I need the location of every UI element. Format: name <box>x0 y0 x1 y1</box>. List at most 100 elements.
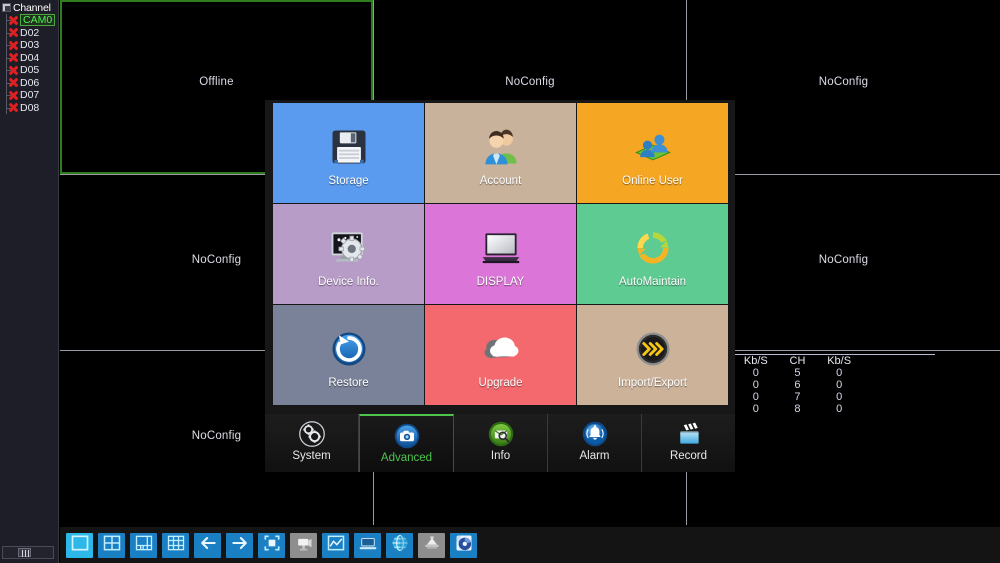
bell-icon <box>580 419 610 449</box>
menu-tile-label: Upgrade <box>478 377 523 389</box>
online-users-icon <box>629 123 677 171</box>
bitrate-row: 0 5 0 <box>735 367 860 379</box>
channel-item-cam0[interactable]: CAM0 <box>0 14 58 27</box>
menu-tile-label: DISPLAY <box>476 276 525 288</box>
toolbar-arrow-right-button[interactable] <box>226 532 253 558</box>
refresh-icon <box>629 224 677 272</box>
red-x-icon <box>8 65 19 76</box>
channel-item-d02[interactable]: D02 <box>0 26 58 39</box>
toolbar-disk-backup-button[interactable] <box>450 532 477 558</box>
red-x-icon <box>8 77 19 88</box>
tab-label: Record <box>669 450 708 462</box>
tab-label: System <box>292 450 331 462</box>
menu-tile-label: Restore <box>328 377 369 389</box>
channel-tree-title: Channel <box>13 1 51 14</box>
channel-item-d04[interactable]: D04 <box>0 51 58 64</box>
tab-record[interactable]: Record <box>642 414 735 472</box>
disk-backup-icon <box>454 533 474 558</box>
tab-info[interactable]: Info <box>454 414 548 472</box>
bitrate-cell: 0 <box>752 403 759 415</box>
nine-view-icon <box>166 533 186 558</box>
ptz-camera-icon <box>294 533 314 558</box>
channel-label: D08 <box>20 101 40 114</box>
channel-tree-header[interactable]: Channel <box>0 0 58 14</box>
bitrate-cell: 0 <box>836 367 843 379</box>
menu-tile-grid: Storage Account Online User Device Info.… <box>273 103 728 405</box>
menu-tile-import-export[interactable]: Import/Export <box>577 305 728 405</box>
arrow-right-icon <box>230 533 250 558</box>
tab-label: Alarm <box>579 450 610 462</box>
tab-label: Advanced <box>380 452 433 464</box>
monitor-icon <box>477 224 525 272</box>
video-cell-status: NoConfig <box>191 254 242 266</box>
video-cell-status: NoConfig <box>818 76 869 88</box>
video-cell-status: NoConfig <box>818 254 869 266</box>
toolbar-network-globe-button[interactable] <box>386 532 413 558</box>
channel-label: D05 <box>20 64 40 77</box>
sidebar-scrollbar[interactable] <box>2 546 54 559</box>
menu-tile-label: Device Info. <box>318 276 379 288</box>
menu-tile-online-user[interactable]: Online User <box>577 103 728 203</box>
bitrate-cell: 6 <box>794 379 801 391</box>
channel-label: D06 <box>20 76 40 89</box>
chevrons-icon <box>629 325 677 373</box>
network-globe-icon <box>390 533 410 558</box>
menu-tile-upgrade[interactable]: Upgrade <box>425 305 576 405</box>
toolbar-fullscreen-button[interactable] <box>258 532 285 558</box>
channel-item-d08[interactable]: D08 <box>0 101 58 114</box>
menu-tile-label: Online User <box>622 175 683 187</box>
toolbar-color-adjust-button[interactable] <box>322 532 349 558</box>
channel-list: CAM0 D02 D03 D04 D05 D06 D07 D08 <box>0 14 58 114</box>
tab-system[interactable]: System <box>265 414 359 472</box>
bitrate-row: 0 7 0 <box>735 391 860 403</box>
six-view-icon <box>134 533 154 558</box>
channel-item-d06[interactable]: D06 <box>0 76 58 89</box>
menu-tile-label: Account <box>479 175 522 187</box>
gears-icon <box>297 419 327 449</box>
channel-label: D04 <box>20 51 40 64</box>
menu-tile-display[interactable]: DISPLAY <box>425 204 576 304</box>
bitrate-cell: 7 <box>794 391 801 403</box>
bitrate-cell: 0 <box>836 403 843 415</box>
bitrate-header-row: Kb/S CH Kb/S <box>735 355 860 367</box>
toolbar-arrow-left-button[interactable] <box>194 532 221 558</box>
menu-tile-storage[interactable]: Storage <box>273 103 424 203</box>
channel-item-d03[interactable]: D03 <box>0 39 58 52</box>
channel-item-d07[interactable]: D07 <box>0 89 58 102</box>
arrow-left-icon <box>198 533 218 558</box>
restore-icon <box>325 325 373 373</box>
single-view-icon <box>70 533 90 558</box>
menu-tile-automaintain[interactable]: AutoMaintain <box>577 204 728 304</box>
tab-alarm[interactable]: Alarm <box>548 414 642 472</box>
red-x-icon <box>8 52 19 63</box>
channel-item-d05[interactable]: D05 <box>0 64 58 77</box>
channel-label: D07 <box>20 89 40 102</box>
tree-expand-icon[interactable] <box>2 3 11 12</box>
toolbar-quad-view-button[interactable] <box>98 532 125 558</box>
toolbar-single-view-button[interactable] <box>66 532 93 558</box>
sidebar-scroll-handle[interactable] <box>18 548 31 557</box>
video-cell-status: NoConfig <box>191 430 242 442</box>
clapper-icon <box>674 419 704 449</box>
toolbar-six-view-button[interactable] <box>130 532 157 558</box>
video-cell-status: NoConfig <box>505 76 555 88</box>
toolbar-nine-view-button[interactable] <box>162 532 189 558</box>
main-menu-panel: Storage Account Online User Device Info.… <box>265 100 735 472</box>
bitrate-row: 0 6 0 <box>735 379 860 391</box>
toolbar-ptz-camera-button[interactable] <box>290 532 317 558</box>
menu-tile-device-info[interactable]: Device Info. <box>273 204 424 304</box>
menu-tile-restore[interactable]: Restore <box>273 305 424 405</box>
toolbar-playback-button[interactable] <box>354 532 381 558</box>
menu-tile-label: Import/Export <box>617 377 688 389</box>
bitrate-cell: 5 <box>794 367 801 379</box>
menu-tab-bar: System Advanced Info Alarm Record <box>265 414 735 472</box>
red-x-icon <box>8 27 19 38</box>
red-x-icon <box>8 40 19 51</box>
menu-tile-account[interactable]: Account <box>425 103 576 203</box>
bitrate-table: Kb/S CH Kb/S 050060070080 <box>735 355 860 415</box>
toolbar-alarm-output-button[interactable] <box>418 532 445 558</box>
channel-label: D03 <box>20 39 40 52</box>
channel-label: D02 <box>20 26 40 39</box>
menu-tile-label: AutoMaintain <box>618 276 687 288</box>
tab-advanced[interactable]: Advanced <box>359 414 454 472</box>
